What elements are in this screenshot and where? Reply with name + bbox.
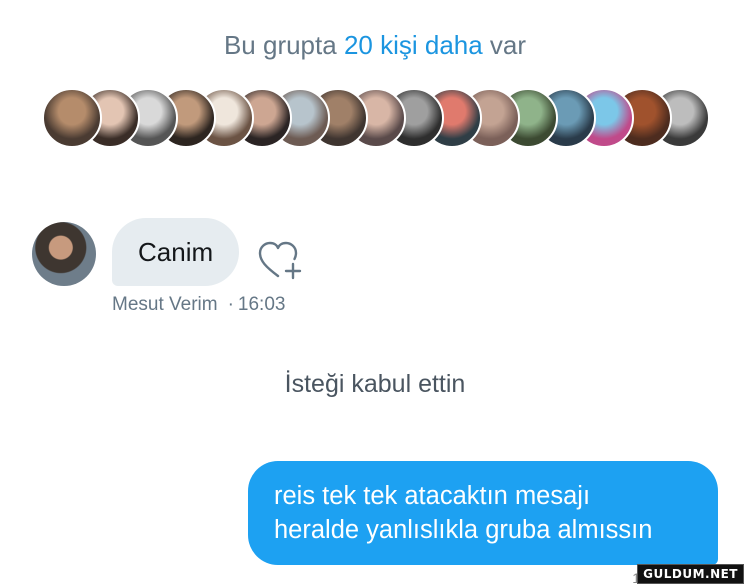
meta-separator: · bbox=[227, 294, 234, 315]
member-avatar-row[interactable] bbox=[42, 88, 710, 148]
sender-name[interactable]: Mesut Verim bbox=[112, 294, 218, 315]
member-avatar[interactable] bbox=[42, 88, 102, 148]
outgoing-message-bubble[interactable]: reis tek tek atacaktın mesajı heralde ya… bbox=[248, 461, 718, 565]
group-member-info: Bu grupta 20 kişi daha var bbox=[0, 30, 750, 61]
message-time: 16:03 bbox=[237, 294, 286, 315]
more-members-link[interactable]: 20 kişi daha bbox=[344, 30, 483, 60]
heart-plus-icon[interactable] bbox=[256, 240, 306, 282]
system-message: İsteği kabul ettin bbox=[284, 370, 466, 398]
group-info-prefix: Bu grupta bbox=[223, 30, 344, 60]
incoming-message-bubble[interactable]: Canim bbox=[112, 218, 240, 286]
outgoing-message-line: reis tek tek atacaktın mesajı bbox=[274, 482, 591, 510]
incoming-message-text: Canim bbox=[138, 237, 214, 267]
group-info-suffix: var bbox=[482, 30, 527, 60]
outgoing-message-line: heralde yanlıslıkla gruba almıssın bbox=[274, 516, 653, 544]
message-meta: Mesut Verim · 16:03 bbox=[112, 294, 285, 316]
site-watermark: GULDUM.NET bbox=[637, 564, 744, 584]
sender-avatar[interactable] bbox=[32, 222, 96, 286]
